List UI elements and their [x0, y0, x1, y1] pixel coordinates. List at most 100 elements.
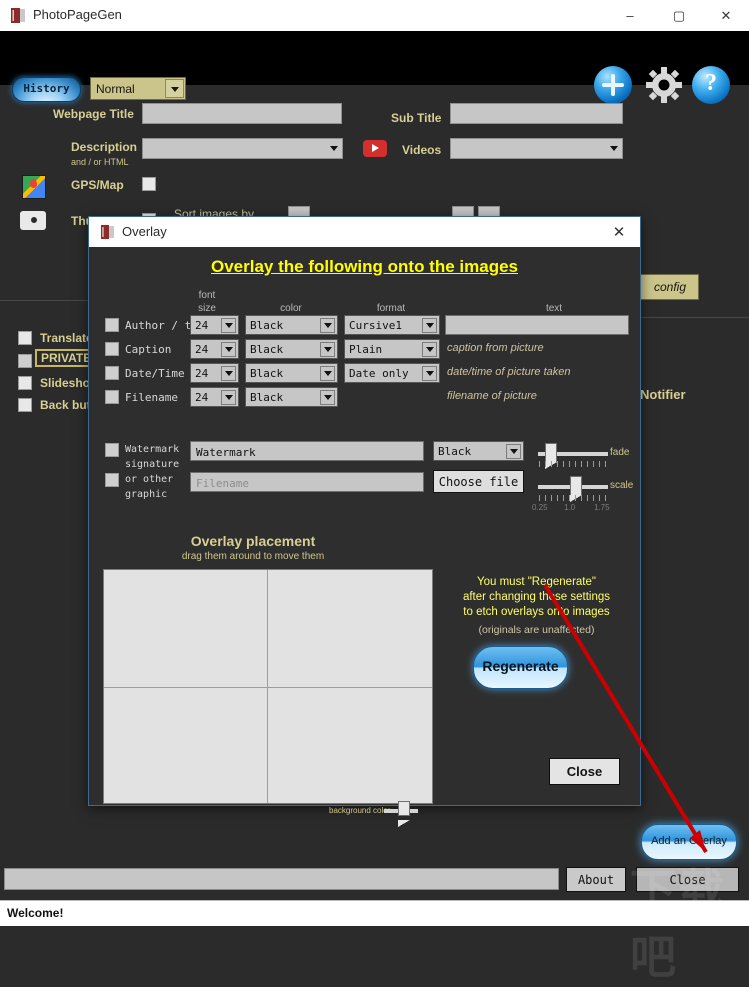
gear-icon — [646, 67, 682, 103]
watermark-file-input[interactable]: Filename — [190, 472, 424, 492]
gps-map-checkbox[interactable] — [142, 177, 156, 191]
author-text-input[interactable] — [445, 315, 629, 335]
add-overlay-label: Add an Overlay — [651, 835, 727, 847]
chevron-down-icon — [221, 318, 236, 333]
watermark-label-line3: or other — [125, 474, 174, 485]
watermark-color-value: Black — [438, 445, 472, 458]
app-close-button[interactable]: Close — [636, 867, 739, 892]
overlay-heading: Overlay the following onto the images — [211, 257, 518, 276]
chevron-down-icon — [506, 444, 521, 459]
caption-row-label: Caption — [125, 343, 172, 356]
datetime-size-select[interactable]: 24 — [190, 363, 239, 383]
watermark-text-value: Watermark — [196, 446, 256, 459]
datetime-checkbox[interactable] — [105, 366, 119, 380]
app-window: PhotoPageGen – ▢ ✕ History Normal ? Webp… — [0, 0, 749, 983]
private-checkbox[interactable] — [18, 354, 32, 368]
maximize-icon: ▢ — [672, 7, 686, 23]
graphic-checkbox[interactable] — [105, 473, 119, 487]
caption-color-select[interactable]: Black — [245, 339, 338, 359]
watermark-color-select[interactable]: Black — [433, 441, 524, 461]
youtube-icon — [363, 140, 387, 157]
minimize-button[interactable]: – — [607, 0, 653, 31]
chevron-down-icon — [422, 342, 437, 357]
description-label: Description — [71, 140, 138, 154]
datetime-row-label: Date/Time — [125, 367, 185, 380]
fade-slider-label: fade — [610, 447, 630, 458]
filename-size-select[interactable]: 24 — [190, 387, 239, 407]
filename-checkbox[interactable] — [105, 390, 119, 404]
progress-bar — [4, 868, 559, 890]
regenerate-button[interactable]: Regenerate — [473, 646, 568, 689]
slideshow-checkbox[interactable] — [18, 376, 32, 390]
scale-slider-ticks — [539, 495, 607, 501]
placement-title: Overlay placement — [190, 533, 316, 549]
translate-checkbox[interactable] — [18, 331, 32, 345]
datetime-color-select[interactable]: Black — [245, 363, 338, 383]
watermark-checkbox[interactable] — [105, 443, 119, 457]
fade-slider-knob[interactable] — [545, 443, 557, 469]
author-color-select[interactable]: Black — [245, 315, 338, 335]
chevron-down-icon — [320, 390, 335, 405]
watermark-text-input[interactable]: Watermark — [190, 441, 424, 461]
history-button[interactable]: History — [12, 77, 81, 102]
mode-select[interactable]: Normal — [90, 77, 186, 100]
choose-file-label: Choose file — [438, 474, 519, 489]
close-button[interactable]: ✕ — [703, 0, 749, 31]
author-checkbox[interactable] — [105, 318, 119, 332]
description-sublabel: and / or HTML — [71, 157, 129, 167]
overlay-close-button[interactable]: Close — [549, 758, 620, 785]
background-color-slider-knob[interactable] — [398, 801, 410, 827]
webpage-title-input[interactable] — [142, 103, 342, 124]
scale-tick-mid: 1.0 — [564, 503, 576, 512]
maximize-button[interactable]: ▢ — [656, 0, 702, 31]
webpage-title-label: Webpage Title — [53, 107, 134, 121]
regenerate-warning-line2: after changing these settings — [462, 591, 611, 603]
window-title: PhotoPageGen — [33, 7, 122, 22]
add-overlay-button[interactable]: Add an Overlay — [641, 824, 737, 860]
about-button[interactable]: About — [566, 867, 626, 892]
placement-header: Overlay placement drag them around to mo… — [98, 533, 408, 569]
overlay-dialog-body: Overlay the following onto the images fo… — [89, 247, 640, 827]
description-combobox[interactable] — [142, 138, 343, 159]
regenerate-warning-note: (originals are unaffected) — [478, 624, 595, 636]
overlay-dialog-close-icon[interactable]: ✕ — [598, 217, 640, 247]
chevron-down-icon — [320, 318, 335, 333]
add-button[interactable] — [594, 66, 632, 104]
chevron-down-icon — [221, 366, 236, 381]
chevron-down-icon — [605, 139, 622, 158]
datetime-hint: date/time of picture taken — [447, 366, 571, 378]
placement-grid[interactable] — [103, 569, 433, 804]
caption-size-select[interactable]: 24 — [190, 339, 239, 359]
caption-checkbox[interactable] — [105, 342, 119, 356]
config-button[interactable]: config — [639, 274, 699, 300]
chevron-down-icon — [320, 342, 335, 357]
history-button-label: History — [23, 82, 70, 95]
scale-slider-knob[interactable] — [570, 476, 582, 502]
filename-color-select[interactable]: Black — [245, 387, 338, 407]
background-color-label: background color — [329, 806, 391, 815]
sub-title-label: Sub Title — [391, 111, 442, 125]
notifier-label: Notifier — [640, 387, 686, 402]
author-format-value: Cursive1 — [349, 319, 402, 332]
overlay-dialog: Overlay ✕ Overlay the following onto the… — [88, 216, 641, 827]
settings-button[interactable] — [645, 66, 683, 104]
videos-combobox[interactable] — [450, 138, 623, 159]
datetime-size-value: 24 — [195, 367, 209, 380]
datetime-format-select[interactable]: Date only — [344, 363, 440, 383]
scale-tick-min: 0.25 — [532, 503, 548, 512]
caption-format-select[interactable]: Plain — [344, 339, 440, 359]
sub-title-input[interactable] — [450, 103, 623, 124]
filename-hint: filename of picture — [447, 390, 537, 402]
help-button[interactable]: ? — [692, 66, 730, 104]
back-button-checkbox[interactable] — [18, 398, 32, 412]
filename-color-value: Black — [250, 391, 284, 404]
scale-tick-max: 1.75 — [594, 503, 610, 512]
col-header-color: color — [280, 303, 302, 314]
chevron-down-icon — [422, 366, 437, 381]
author-size-select[interactable]: 24 — [190, 315, 239, 335]
caption-size-value: 24 — [195, 343, 209, 356]
author-format-select[interactable]: Cursive1 — [344, 315, 440, 335]
col-header-size: size — [198, 303, 216, 314]
choose-file-button[interactable]: Choose file — [433, 470, 524, 493]
col-header-text: text — [545, 303, 563, 314]
